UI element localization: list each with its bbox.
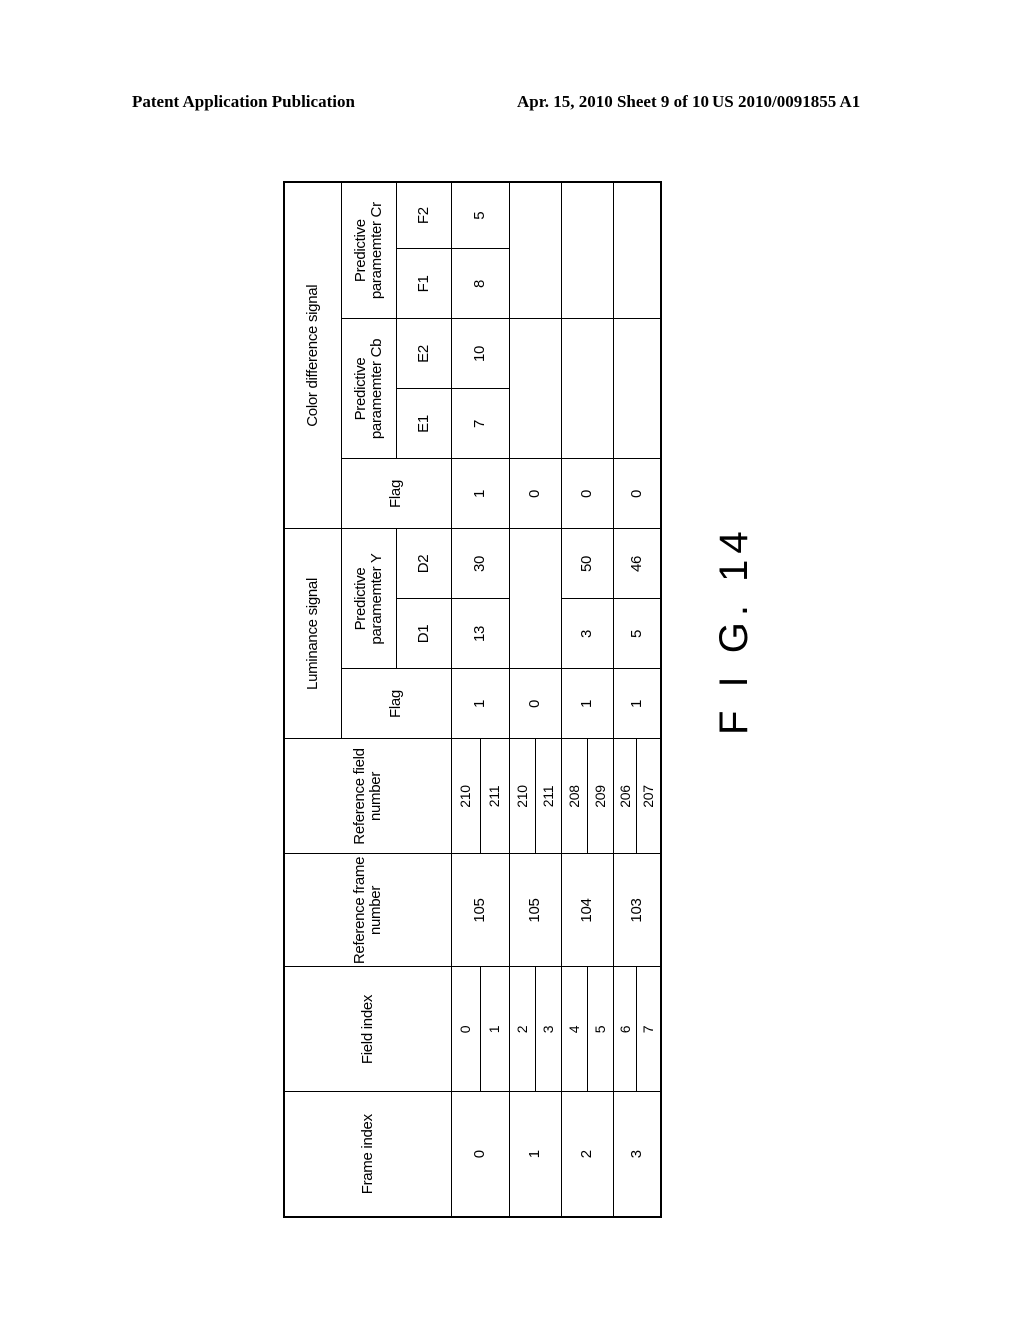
predictive-y-empty-cell [509, 528, 561, 669]
color-flag-cell: 1 [451, 458, 509, 529]
field-index-value: 5 [586, 967, 613, 1092]
color-flag-cell: 0 [509, 458, 561, 529]
field-index-value: 6 [616, 1025, 633, 1034]
header-d2: D2 [396, 528, 451, 599]
header-color-flag: Flag [341, 458, 451, 529]
table-row: 3 67 103 206 207 1 5 46 0 [613, 181, 661, 1217]
header-d1: D1 [396, 599, 451, 669]
field-index-value: 7 [636, 967, 660, 1092]
color-flag-cell: 0 [613, 458, 661, 529]
d1-cell: 3 [561, 599, 613, 669]
predictive-cr-empty-cell [613, 181, 661, 319]
reference-frame-cell: 105 [509, 854, 561, 967]
reference-field-cell: 206 207 [613, 739, 661, 854]
figure-label: F I G. 14 [712, 525, 756, 735]
header-f1: F1 [396, 248, 451, 319]
field-index-cell: 23 [509, 967, 561, 1092]
header-e1: E1 [396, 388, 451, 459]
luminance-flag-cell: 0 [509, 669, 561, 739]
field-index-value: 3 [534, 967, 561, 1092]
header-frame-index: Frame index [284, 1092, 451, 1217]
field-index-value: 0 [457, 1025, 474, 1034]
header-luminance-signal: Luminance signal [284, 528, 341, 739]
luminance-flag-cell: 1 [561, 669, 613, 739]
reference-frame-cell: 103 [613, 854, 661, 967]
field-index-value: 1 [479, 967, 509, 1092]
header-reference-field-number: Reference field number [284, 739, 451, 854]
header-luminance-flag: Flag [341, 669, 451, 739]
f2-cell: 5 [451, 181, 509, 249]
header-predictive-parameter-cb: Predictive paramemter Cb [341, 318, 396, 459]
reference-frame-cell: 104 [561, 854, 613, 967]
header-e2: E2 [396, 318, 451, 389]
luminance-flag-cell: 1 [451, 669, 509, 739]
table-row: 2 45 104 208 209 1 3 50 0 [561, 181, 613, 1217]
field-index-cell: 67 [613, 967, 661, 1092]
reference-field-value: 207 [636, 739, 660, 854]
predictive-cr-empty-cell [561, 181, 613, 319]
header-predictive-parameter-y: Predictive paramemter Y [341, 528, 396, 669]
d2-cell: 50 [561, 528, 613, 599]
d2-cell: 30 [451, 528, 509, 599]
field-index-cell: 45 [561, 967, 613, 1092]
frame-index-cell: 3 [613, 1092, 661, 1217]
header-f2: F2 [396, 181, 451, 249]
figure-14-table: Frame index Field index Reference frame … [283, 180, 662, 1218]
reference-field-cell: 208 209 [561, 739, 613, 854]
e1-cell: 7 [451, 388, 509, 459]
predictive-cb-empty-cell [561, 318, 613, 459]
reference-field-value: 209 [586, 739, 613, 854]
reference-frame-cell: 105 [451, 854, 509, 967]
reference-field-value: 208 [565, 785, 582, 808]
reference-field-cell: 210 211 [451, 739, 509, 854]
figure-14-table-container: Frame index Field index Reference frame … [283, 180, 662, 1218]
table-row: 0 01 105 210 211 1 13 30 1 7 10 8 5 [451, 181, 509, 1217]
reference-field-value: 210 [457, 785, 474, 808]
header-field-index: Field index [284, 967, 451, 1092]
d1-cell: 5 [613, 599, 661, 669]
reference-field-value: 206 [616, 785, 633, 808]
predictive-cr-empty-cell [509, 181, 561, 319]
table-row: 1 23 105 210 211 0 0 [509, 181, 561, 1217]
reference-field-value: 211 [479, 739, 509, 854]
publication-date-sheet: Apr. 15, 2010 Sheet 9 of 10 [517, 92, 710, 111]
reference-field-cell: 210 211 [509, 739, 561, 854]
predictive-cb-empty-cell [509, 318, 561, 459]
publication-number: US 2010/0091855 A1 [712, 92, 861, 111]
field-index-cell: 01 [451, 967, 509, 1092]
frame-index-cell: 1 [509, 1092, 561, 1217]
reference-field-value: 210 [513, 785, 530, 808]
e2-cell: 10 [451, 318, 509, 389]
frame-index-cell: 0 [451, 1092, 509, 1217]
header-color-difference-signal: Color difference signal [284, 181, 341, 529]
reference-field-value: 211 [534, 739, 561, 854]
publication-type: Patent Application Publication [132, 92, 355, 111]
luminance-flag-cell: 1 [613, 669, 661, 739]
d1-cell: 13 [451, 599, 509, 669]
field-index-value: 4 [565, 1025, 582, 1034]
frame-index-cell: 2 [561, 1092, 613, 1217]
field-index-value: 2 [513, 1025, 530, 1034]
color-flag-cell: 0 [561, 458, 613, 529]
d2-cell: 46 [613, 528, 661, 599]
predictive-cb-empty-cell [613, 318, 661, 459]
f1-cell: 8 [451, 248, 509, 319]
header-reference-frame-number: Reference frame number [284, 854, 451, 967]
header-predictive-parameter-cr: Predictive paramemter Cr [341, 181, 396, 319]
